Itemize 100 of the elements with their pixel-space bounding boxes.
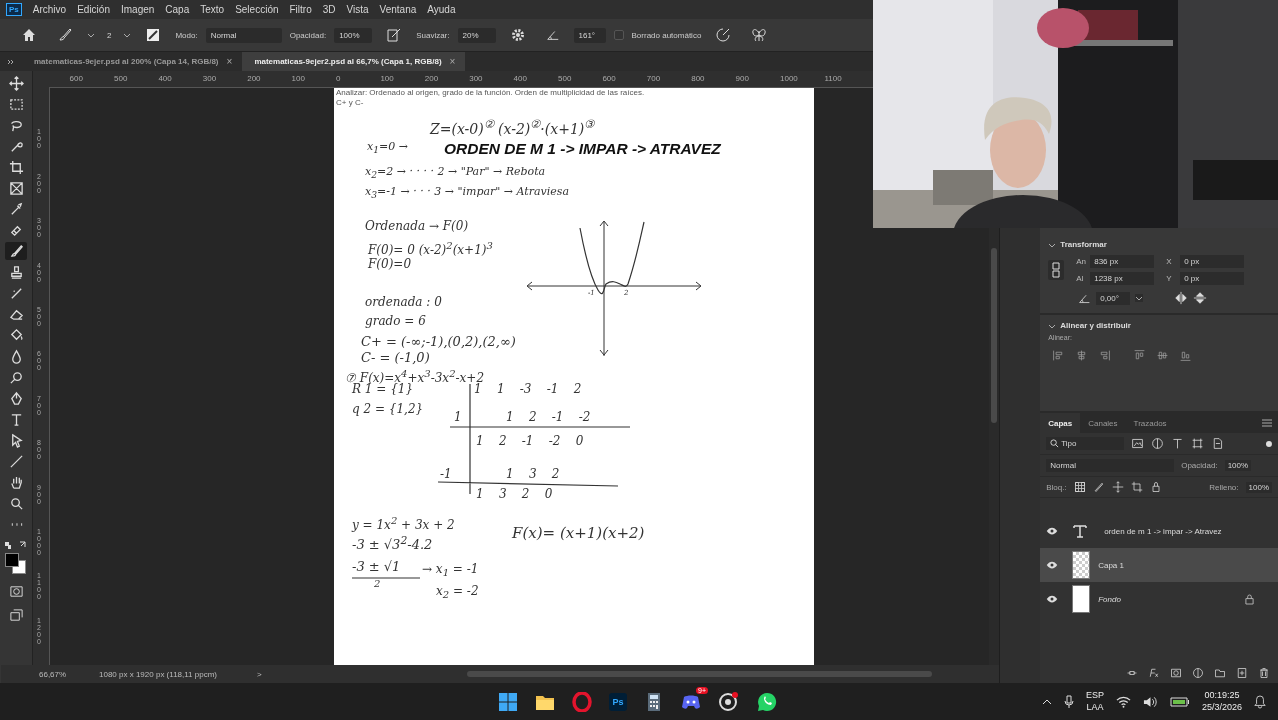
mode-dropdown[interactable]: Normal (205, 27, 282, 43)
app-icon[interactable]: Ps (609, 692, 627, 711)
y-field[interactable]: 0 px (1180, 272, 1245, 285)
artboard-lock-icon[interactable] (1130, 481, 1143, 493)
quick-mask-icon[interactable] (8, 584, 24, 599)
pressure-icon[interactable] (386, 27, 403, 43)
info-arrow[interactable]: > (257, 669, 277, 679)
close-button[interactable]: × (226, 56, 233, 67)
menu-item[interactable]: Archivo (32, 4, 67, 15)
screen-mode-icon[interactable] (8, 608, 24, 623)
menu-icon[interactable] (1262, 419, 1272, 427)
chat-bubble-icon[interactable] (757, 691, 777, 712)
angle-field[interactable]: 161° (573, 27, 606, 43)
opacity-dropdown[interactable]: 100% (334, 27, 373, 43)
new-layer-icon[interactable] (1236, 667, 1248, 679)
close-button[interactable]: × (449, 56, 456, 67)
adjustment-layer-icon[interactable] (1192, 667, 1204, 679)
adjust-filter-icon[interactable] (1151, 437, 1165, 450)
x-field[interactable]: 0 px (1180, 255, 1245, 268)
flip-vertical-icon[interactable] (1193, 291, 1208, 305)
panel-title[interactable]: Transformar (1060, 240, 1107, 249)
filter-toggle[interactable] (1266, 440, 1272, 447)
move-lock-icon[interactable] (1111, 481, 1124, 493)
filter-dropdown[interactable]: Tipo (1046, 437, 1125, 450)
menu-item[interactable]: 3D (322, 4, 336, 15)
home-icon[interactable] (21, 27, 37, 43)
flip-horizontal-icon[interactable] (1174, 291, 1189, 305)
clock[interactable]: 00:19:25 25/3/2026 (1201, 690, 1242, 713)
brush-icon[interactable] (5, 242, 27, 260)
shape-filter-icon[interactable] (1191, 437, 1205, 450)
swap-colors-icon[interactable] (4, 540, 28, 550)
speaker-icon[interactable] (1142, 695, 1158, 708)
image-filter-icon[interactable] (1131, 437, 1145, 450)
align-icon[interactable] (1179, 349, 1193, 362)
trash-icon[interactable] (1258, 667, 1270, 679)
pen-pressure-icon[interactable] (715, 27, 732, 43)
fill-field[interactable]: 100% (1245, 481, 1272, 493)
smoothing-dropdown[interactable]: 20% (457, 27, 496, 43)
menu-item[interactable]: Selección (235, 4, 279, 15)
menu-item[interactable]: Ventana (379, 4, 417, 15)
folder-icon[interactable] (1214, 667, 1226, 679)
start-icon[interactable] (498, 691, 518, 712)
handwritten-text: 1 2 -1 -2 0 (476, 435, 584, 449)
width-field[interactable]: 836 px (1090, 255, 1155, 268)
height-field[interactable]: 1238 px (1090, 272, 1155, 285)
chevron-up-icon[interactable] (1041, 697, 1052, 706)
layer-row[interactable]: orden de m 1 -> impar -> Atravez (1040, 514, 1278, 548)
align-icon[interactable] (1098, 349, 1112, 362)
bell-icon[interactable] (1254, 694, 1266, 709)
panel-tab[interactable]: Canales (1080, 413, 1126, 433)
document-tab[interactable]: matematicas-9ejer.psd al 200% (Capa 14, RGB/8) × (22, 52, 243, 71)
caret-icon[interactable] (87, 31, 95, 39)
mask-icon[interactable] (1170, 667, 1182, 679)
butterfly-icon[interactable] (751, 27, 768, 43)
link-icon[interactable] (1048, 260, 1065, 280)
checker-lock-icon[interactable] (1073, 481, 1086, 493)
caret-icon[interactable] (123, 31, 132, 39)
menu-item[interactable]: Texto (200, 4, 225, 15)
app-logo[interactable]: Ps (6, 3, 22, 16)
microphone-icon[interactable] (1063, 694, 1074, 709)
brush-settings-icon[interactable] (145, 27, 162, 43)
wifi-icon[interactable] (1115, 695, 1131, 708)
brush-size[interactable]: 2 (103, 30, 116, 40)
language-indicator[interactable]: ESP LAA (1085, 690, 1104, 713)
opacity-field[interactable]: 100% (1224, 460, 1252, 471)
panel-title[interactable]: Alinear y distribuir (1060, 321, 1131, 330)
menu-item[interactable]: Filtro (289, 4, 312, 15)
menu-item[interactable]: Imagen (120, 4, 155, 15)
panel-tab[interactable]: Trazados (1125, 413, 1175, 433)
fx-icon[interactable] (1148, 667, 1160, 679)
angle-field[interactable]: 0,00° (1096, 291, 1131, 305)
checkbox[interactable] (613, 30, 624, 40)
eye-icon[interactable] (1046, 527, 1059, 535)
blend-mode-dropdown[interactable]: Normal (1046, 459, 1175, 472)
caret-icon[interactable] (1135, 294, 1144, 302)
lock-icon[interactable] (1149, 481, 1162, 493)
menu-item[interactable]: Ayuda (427, 4, 456, 15)
menu-item[interactable]: Vista (346, 4, 369, 15)
zoom-level[interactable]: 66,67% (39, 669, 99, 679)
layer-row[interactable]: Capa 1 (1040, 548, 1278, 582)
layer-row[interactable]: Fondo (1040, 582, 1278, 616)
menu-item[interactable]: Capa (165, 4, 190, 15)
align-icon[interactable] (1133, 349, 1147, 362)
document-tab[interactable]: matematicas-9ejer2.psd al 66,7% (Capa 1, RGB/8) × (242, 52, 466, 71)
brush-lock-icon[interactable] (1092, 481, 1105, 493)
scrollbar[interactable] (991, 248, 998, 423)
ring-app-icon[interactable] (572, 691, 592, 712)
settings-icon[interactable] (509, 27, 526, 43)
color-swatches[interactable] (5, 553, 27, 575)
eye-icon[interactable] (1046, 595, 1059, 603)
menu-item[interactable]: Edición (77, 4, 110, 15)
battery-icon[interactable] (1169, 695, 1190, 708)
scrollbar[interactable] (467, 671, 932, 677)
eye-icon[interactable] (1046, 561, 1059, 569)
align-icon[interactable] (1156, 349, 1170, 362)
type-filter-icon[interactable] (1171, 437, 1185, 450)
brush-icon[interactable] (57, 27, 73, 43)
panel-tab[interactable]: Capas (1040, 413, 1081, 433)
circle-app-icon[interactable] (718, 691, 740, 712)
smart-filter-icon[interactable] (1211, 437, 1225, 450)
